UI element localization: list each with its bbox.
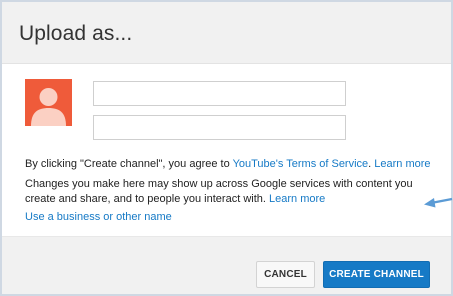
dialog-title: Upload as... (19, 22, 133, 45)
last-name-input[interactable] (93, 115, 346, 140)
notice-text: create and share, and to people you inte… (25, 193, 269, 205)
create-channel-button[interactable]: CREATE CHANNEL (323, 261, 430, 288)
dialog-header: Upload as... (2, 2, 451, 64)
terms-prefix: By clicking "Create channel", you agree … (25, 158, 233, 170)
avatar-icon (25, 79, 72, 126)
first-name-input[interactable] (93, 81, 346, 106)
annotation-arrow-icon (424, 197, 453, 208)
dialog-body: By clicking "Create channel", you agree … (2, 65, 451, 236)
notice-line-2: create and share, and to people you inte… (25, 193, 325, 205)
terms-learn-more-link[interactable]: Learn more (374, 158, 430, 170)
use-business-name-link[interactable]: Use a business or other name (25, 211, 172, 223)
notice-line-1: Changes you make here may show up across… (25, 178, 413, 190)
notice-learn-more-link[interactable]: Learn more (269, 193, 325, 205)
dialog-footer: CANCEL CREATE CHANNEL (2, 236, 451, 294)
terms-of-service-link[interactable]: YouTube's Terms of Service (233, 158, 369, 170)
terms-text: By clicking "Create channel", you agree … (25, 158, 431, 170)
upload-as-dialog: Upload as... By clicking "Create channel… (0, 0, 453, 296)
cancel-button[interactable]: CANCEL (256, 261, 315, 288)
